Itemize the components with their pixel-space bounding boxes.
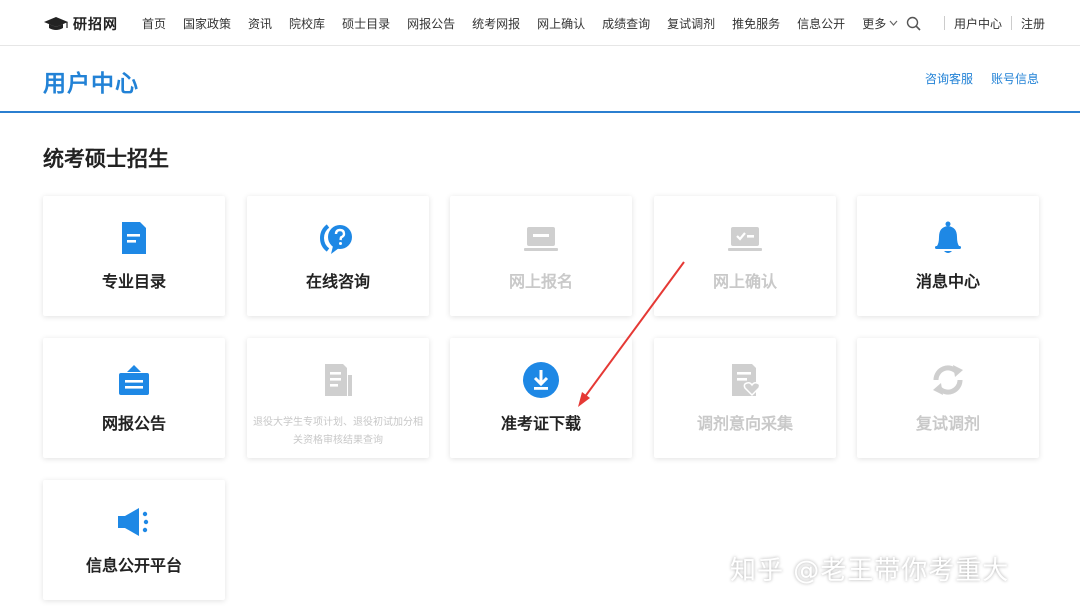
account-info-link[interactable]: 账号信息 xyxy=(991,70,1039,87)
briefcase-icon xyxy=(119,365,149,395)
heart-document-icon xyxy=(732,364,761,397)
top-navbar: 研招网 首页 国家政策 资讯 院校库 硕士目录 网报公告 统考网报 网上确认 成… xyxy=(0,0,1080,46)
card-admission-ticket-download[interactable]: 准考证下载 xyxy=(450,338,632,458)
laptop-check-icon xyxy=(728,227,762,251)
chevron-down-icon xyxy=(889,20,898,26)
refresh-icon xyxy=(933,365,963,395)
logo-text: 研招网 xyxy=(73,17,118,33)
card-label: 专业目录 xyxy=(101,272,166,291)
megaphone-icon xyxy=(118,508,149,536)
card-registration-notices[interactable]: 网报公告 xyxy=(43,338,225,458)
card-label: 退役大学生专项计划、退役初试加分相关资格审核结果查询 xyxy=(253,417,423,446)
card-label: 网上确认 xyxy=(712,272,777,291)
header-links: 咨询客服 账号信息 xyxy=(925,70,1039,87)
search-icon[interactable] xyxy=(906,16,921,31)
laptop-icon xyxy=(524,227,558,251)
nav-link-disclosure[interactable]: 信息公开 xyxy=(797,15,845,32)
nav-link-exam-registration[interactable]: 统考网报 xyxy=(472,15,520,32)
download-icon xyxy=(523,362,559,398)
main-nav: 首页 国家政策 资讯 院校库 硕士目录 网报公告 统考网报 网上确认 成绩查询 … xyxy=(142,0,915,46)
section-title: 统考硕士招生 xyxy=(43,147,169,171)
card-label: 调剂意向采集 xyxy=(696,414,793,433)
card-adjustment-intention[interactable]: 调剂意向采集 xyxy=(654,338,836,458)
nav-link-news[interactable]: 资讯 xyxy=(248,15,272,32)
nav-link-policy[interactable]: 国家政策 xyxy=(183,15,231,32)
card-online-confirm[interactable]: 网上确认 xyxy=(654,196,836,316)
card-label: 在线咨询 xyxy=(305,272,370,291)
card-label: 网上报名 xyxy=(508,272,573,291)
card-label: 准考证下载 xyxy=(500,414,581,433)
nav-more-label: 更多 xyxy=(862,16,887,31)
register-link[interactable]: 注册 xyxy=(1021,15,1045,32)
card-online-registration[interactable]: 网上报名 xyxy=(450,196,632,316)
nav-link-recommendation[interactable]: 推免服务 xyxy=(732,15,780,32)
page-title: 用户中心 xyxy=(43,71,139,97)
card-label: 网报公告 xyxy=(101,414,166,433)
question-chat-icon xyxy=(320,224,352,254)
card-major-catalog[interactable]: 专业目录 xyxy=(43,196,225,316)
nav-link-online-confirm[interactable]: 网上确认 xyxy=(537,15,585,32)
card-retest-adjustment[interactable]: 复试调剂 xyxy=(857,338,1039,458)
nav-link-scores[interactable]: 成绩查询 xyxy=(602,15,650,32)
divider xyxy=(944,16,945,30)
divider xyxy=(1011,16,1013,30)
nav-link-catalog[interactable]: 硕士目录 xyxy=(342,15,390,32)
card-label: 复试调剂 xyxy=(915,414,980,433)
user-center-link[interactable]: 用户中心 xyxy=(954,15,1002,32)
nav-link-adjustment[interactable]: 复试调剂 xyxy=(667,15,715,32)
card-online-consult[interactable]: 在线咨询 xyxy=(247,196,429,316)
card-info-disclosure-platform[interactable]: 信息公开平台 xyxy=(43,480,225,600)
customer-service-link[interactable]: 咨询客服 xyxy=(925,70,973,87)
nav-right: 用户中心 注册 xyxy=(906,0,1045,46)
card-message-center[interactable]: 消息中心 xyxy=(857,196,1039,316)
card-label: 消息中心 xyxy=(915,272,980,291)
graduation-cap-icon xyxy=(44,17,68,30)
document-icon xyxy=(122,222,146,254)
card-label: 信息公开平台 xyxy=(85,556,182,575)
nav-more-dropdown[interactable]: 更多 xyxy=(862,15,898,32)
list-document-icon xyxy=(325,364,352,396)
bell-icon xyxy=(935,221,961,253)
nav-link-schools[interactable]: 院校库 xyxy=(289,15,325,32)
nav-link-notices[interactable]: 网报公告 xyxy=(407,15,455,32)
watermark-text: 知乎 @老王带你考重大 xyxy=(730,556,1010,586)
site-logo[interactable]: 研招网 xyxy=(43,14,118,34)
card-veteran-qualification-query[interactable]: 退役大学生专项计划、退役初试加分相关资格审核结果查询 xyxy=(247,338,429,458)
page-header: 用户中心 咨询客服 账号信息 xyxy=(0,46,1080,113)
nav-link-home[interactable]: 首页 xyxy=(142,15,166,32)
